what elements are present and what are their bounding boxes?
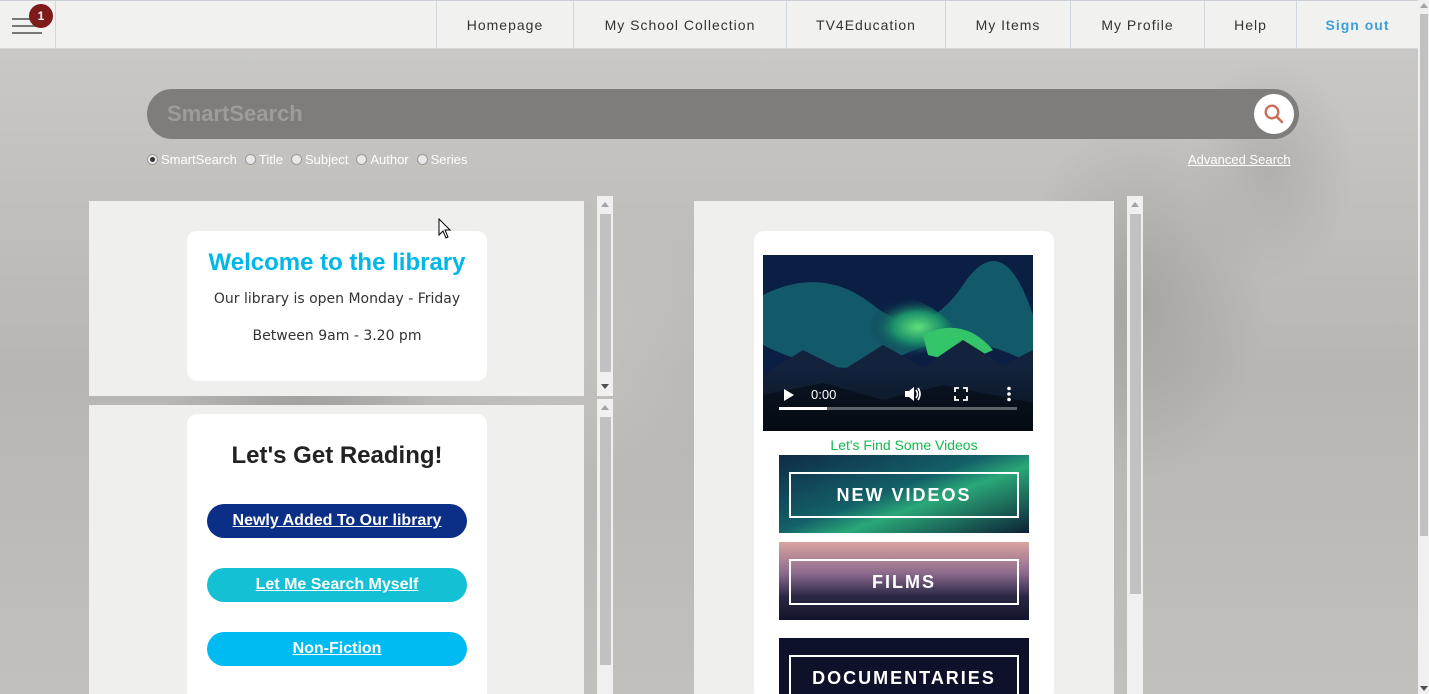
radio-icon: [290, 154, 302, 165]
welcome-panel-scrollbar[interactable]: [597, 196, 613, 396]
radio-smartsearch[interactable]: SmartSearch: [147, 152, 237, 167]
non-fiction-button[interactable]: Non-Fiction: [207, 632, 467, 666]
radio-series[interactable]: Series: [416, 152, 468, 167]
videos-panel-scrollbar[interactable]: [1127, 196, 1143, 694]
reading-title: Let's Get Reading!: [231, 442, 443, 469]
nav-help[interactable]: Help: [1204, 1, 1296, 49]
scroll-down-arrow-icon[interactable]: [601, 384, 609, 389]
video-controls: 0:00: [763, 367, 1033, 431]
reading-panel-scrollbar[interactable]: [597, 399, 613, 694]
video-player[interactable]: 0:00: [763, 255, 1033, 431]
search-input[interactable]: [167, 97, 1247, 131]
nav-my-profile[interactable]: My Profile: [1070, 1, 1204, 49]
nav-my-school-collection[interactable]: My School Collection: [573, 1, 786, 49]
documentaries-tile[interactable]: DOCUMENTARIES: [779, 638, 1029, 694]
welcome-panel: Welcome to the library Our library is op…: [89, 201, 584, 396]
search-button[interactable]: [1254, 94, 1294, 134]
radio-icon: [416, 154, 428, 165]
nav-sign-out[interactable]: Sign out: [1296, 1, 1418, 49]
video-progress-fill: [779, 407, 827, 410]
page-scrollbar[interactable]: [1418, 0, 1429, 694]
radio-title[interactable]: Title: [244, 152, 283, 167]
fullscreen-icon[interactable]: [954, 387, 968, 401]
search-type-options: SmartSearch Title Subject Author Series: [147, 152, 476, 167]
search-myself-button[interactable]: Let Me Search Myself: [207, 568, 467, 602]
nav-homepage[interactable]: Homepage: [436, 1, 573, 49]
menu-button[interactable]: 1: [0, 1, 56, 49]
notification-badge: 1: [29, 4, 53, 28]
films-tile[interactable]: FILMS: [779, 542, 1029, 620]
reading-card: Let's Get Reading! Newly Added To Our li…: [187, 414, 487, 694]
volume-icon[interactable]: [904, 386, 922, 402]
documentaries-label: DOCUMENTARIES: [789, 655, 1019, 694]
nav-menu: Homepage My School Collection TV4Educati…: [436, 1, 1418, 49]
scroll-up-arrow-icon[interactable]: [1420, 3, 1428, 8]
scroll-thumb[interactable]: [600, 214, 611, 372]
opening-hours: Between 9am - 3.20 pm: [252, 328, 422, 344]
opening-days: Our library is open Monday - Friday: [213, 291, 461, 307]
advanced-search-link[interactable]: Advanced Search: [1188, 152, 1291, 167]
reading-panel: Let's Get Reading! Newly Added To Our li…: [89, 405, 584, 694]
find-videos-caption: Let's Find Some Videos: [830, 437, 978, 453]
video-time: 0:00: [811, 387, 837, 402]
scroll-up-arrow-icon[interactable]: [601, 202, 609, 207]
mouse-pointer-icon: [438, 218, 452, 239]
more-options-icon[interactable]: [1006, 386, 1012, 402]
newly-added-button[interactable]: Newly Added To Our library: [207, 504, 467, 538]
radio-author[interactable]: Author: [356, 152, 409, 167]
search-bar: [147, 89, 1299, 139]
radio-icon: [244, 154, 256, 165]
scroll-thumb[interactable]: [600, 417, 611, 665]
scroll-up-arrow-icon[interactable]: [1131, 202, 1139, 207]
radio-checked-icon: [147, 154, 158, 165]
new-videos-label: NEW VIDEOS: [789, 472, 1019, 518]
scroll-down-arrow-icon[interactable]: [1420, 686, 1428, 691]
scroll-up-arrow-icon[interactable]: [601, 405, 609, 410]
search-icon: [1264, 104, 1284, 124]
scroll-thumb[interactable]: [1420, 14, 1428, 536]
nav-my-items[interactable]: My Items: [945, 1, 1070, 49]
scroll-thumb[interactable]: [1130, 214, 1141, 594]
welcome-title: Welcome to the library: [208, 249, 466, 276]
welcome-card: Welcome to the library Our library is op…: [187, 231, 487, 381]
video-progress-bar[interactable]: [779, 407, 1017, 410]
nav-tv4education[interactable]: TV4Education: [786, 1, 945, 49]
radio-icon: [356, 154, 368, 165]
films-label: FILMS: [789, 559, 1019, 605]
play-icon[interactable]: [783, 388, 795, 402]
top-navigation: 1 Homepage My School Collection TV4Educa…: [0, 0, 1418, 49]
radio-subject[interactable]: Subject: [290, 152, 348, 167]
new-videos-tile[interactable]: NEW VIDEOS: [779, 455, 1029, 533]
